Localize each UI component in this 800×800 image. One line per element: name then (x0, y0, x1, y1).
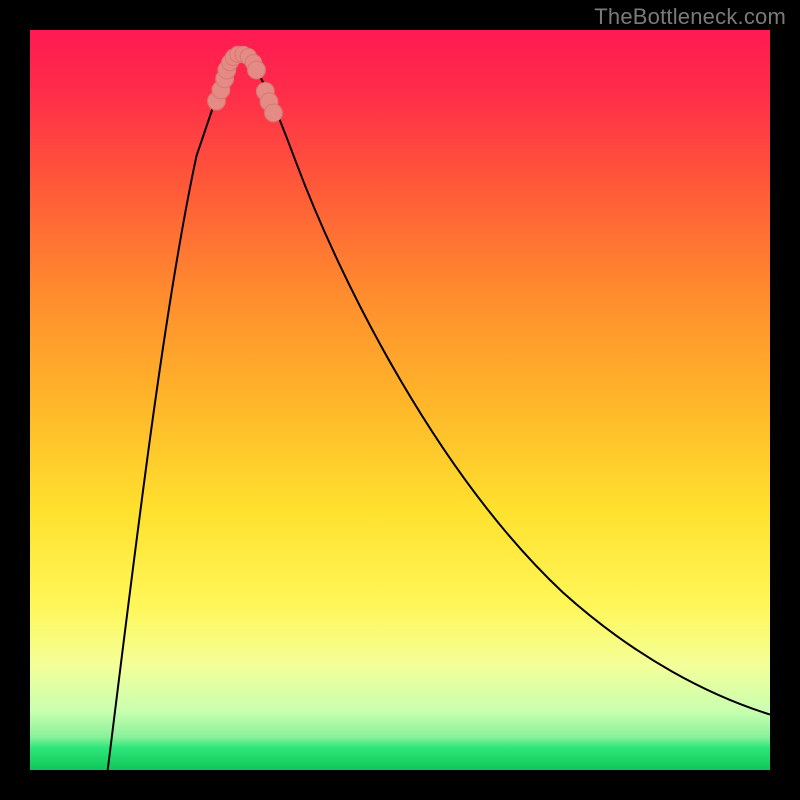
chart-svg (30, 30, 770, 770)
data-marker (248, 61, 266, 79)
data-marker (265, 104, 283, 122)
watermark-text: TheBottleneck.com (594, 4, 786, 30)
outer-frame: TheBottleneck.com (0, 0, 800, 800)
plot-area (30, 30, 770, 770)
gradient-background (30, 30, 770, 770)
